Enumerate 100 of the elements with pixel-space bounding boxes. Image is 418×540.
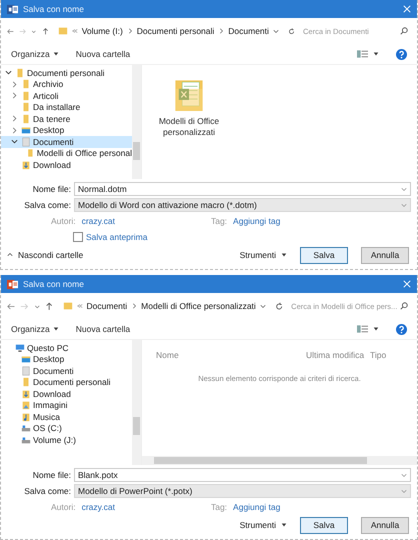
hide-folders-button[interactable]: Nascondi cartelle bbox=[18, 250, 84, 260]
add-tag-link[interactable]: Aggiungi tag bbox=[233, 502, 280, 512]
folder-tree-item[interactable]: Da tenere bbox=[1, 113, 132, 124]
caret-icon[interactable] bbox=[281, 522, 287, 528]
folder-tree-item[interactable]: Documenti bbox=[1, 365, 132, 376]
folder-icon bbox=[58, 26, 68, 36]
folder-tree-item[interactable]: OS (C:) bbox=[1, 422, 132, 434]
up-icon[interactable] bbox=[45, 302, 54, 310]
chevron-down-icon[interactable] bbox=[401, 488, 407, 494]
back-icon[interactable] bbox=[7, 302, 16, 310]
folder-tree-item[interactable]: Desktop bbox=[1, 354, 132, 365]
folder-icon bbox=[26, 148, 35, 158]
drive-icon bbox=[21, 423, 31, 434]
folder-name[interactable]: Modelli di Office personalizzati bbox=[154, 116, 224, 138]
help-icon[interactable] bbox=[396, 48, 407, 60]
new-folder-button[interactable]: Nuova cartella bbox=[76, 324, 130, 334]
breadcrumb-item[interactable]: Documenti personali bbox=[136, 26, 214, 36]
column-header[interactable]: Ultima modifica bbox=[306, 350, 370, 360]
folder-tree-item[interactable]: Volume (J:) bbox=[1, 434, 132, 446]
images-icon bbox=[21, 400, 31, 410]
authors-value[interactable]: crazy.cat bbox=[82, 502, 115, 512]
authors-value[interactable]: crazy.cat bbox=[82, 216, 115, 226]
folder-tree-item[interactable]: Articoli bbox=[1, 90, 132, 102]
folder-tree-item[interactable]: Immagini bbox=[1, 400, 132, 411]
folder-tree-item[interactable]: Musica bbox=[1, 411, 132, 422]
search-icon[interactable] bbox=[400, 27, 408, 35]
save-button[interactable]: Salva bbox=[300, 516, 348, 534]
refresh-icon[interactable] bbox=[288, 26, 295, 36]
refresh-icon[interactable] bbox=[274, 302, 284, 310]
folder-icon bbox=[21, 90, 31, 101]
chevron-icon[interactable] bbox=[11, 138, 18, 146]
file-type-dropdown[interactable]: Modello di Word con attivazione macro (*.dotm) bbox=[74, 198, 411, 212]
checkbox[interactable] bbox=[73, 232, 83, 242]
folder-tree-item[interactable]: Download bbox=[1, 388, 132, 400]
column-header[interactable]: Nome bbox=[156, 350, 306, 360]
folder-tree-item[interactable]: Modelli di Office personal bbox=[1, 148, 132, 159]
address-bar[interactable]: Volume (I:) Documenti personali Documenti bbox=[54, 23, 283, 39]
caret-icon[interactable] bbox=[281, 252, 287, 258]
folder-tree-item[interactable]: Archivio bbox=[1, 78, 132, 90]
desktop-icon bbox=[21, 354, 31, 364]
tags-label: Tag: bbox=[210, 216, 228, 226]
caret-icon[interactable] bbox=[373, 51, 379, 57]
new-folder-button[interactable]: Nuova cartella bbox=[76, 49, 130, 59]
checkbox-label[interactable]: Salva anteprima bbox=[86, 232, 148, 242]
view-options-icon[interactable] bbox=[357, 325, 368, 333]
folder-icon bbox=[21, 102, 31, 112]
scrollbar[interactable] bbox=[142, 456, 417, 465]
caret-icon[interactable] bbox=[373, 326, 379, 332]
pc-icon bbox=[15, 342, 25, 353]
folder-tree-item[interactable]: Documenti personali bbox=[1, 376, 132, 388]
folder-icon bbox=[21, 377, 31, 388]
field-label: Salva come: bbox=[23, 200, 72, 210]
tools-menu[interactable]: Strumenti bbox=[240, 250, 276, 260]
close-icon[interactable] bbox=[403, 5, 411, 13]
breadcrumb-item[interactable]: Volume (I:) bbox=[82, 26, 123, 36]
folder-tree-item[interactable]: Desktop bbox=[1, 124, 132, 136]
chevron-icon[interactable] bbox=[5, 69, 12, 76]
search-icon[interactable] bbox=[400, 302, 408, 310]
view-options-icon[interactable] bbox=[357, 50, 368, 58]
folder-tree-item[interactable]: Questo PC bbox=[1, 342, 132, 354]
add-tag-link[interactable]: Aggiungi tag bbox=[233, 216, 280, 226]
folder-tree-item[interactable]: Download bbox=[1, 159, 132, 170]
organize-button[interactable]: Organizza bbox=[11, 324, 50, 334]
window-title: Salva con nome bbox=[23, 279, 85, 289]
folder-tree-item[interactable]: Documenti personali bbox=[1, 67, 132, 78]
help-icon[interactable] bbox=[396, 324, 407, 334]
caret-icon[interactable] bbox=[52, 51, 59, 57]
address-bar[interactable]: Documenti Modelli di Office personalizzati bbox=[58, 298, 270, 314]
up-icon[interactable] bbox=[42, 26, 49, 36]
authors-label: Autori: bbox=[51, 502, 76, 512]
file-name-field[interactable]: Blank.potx bbox=[74, 468, 411, 482]
breadcrumb-item[interactable]: Documenti bbox=[86, 301, 128, 311]
cancel-button[interactable]: Annulla bbox=[361, 246, 409, 264]
back-icon[interactable] bbox=[7, 26, 14, 36]
folder-tree-item[interactable]: Documenti bbox=[1, 136, 132, 148]
chevron-down-icon[interactable] bbox=[401, 472, 407, 478]
app-icon bbox=[7, 4, 18, 14]
organize-button[interactable]: Organizza bbox=[11, 49, 50, 59]
breadcrumb-item[interactable]: Modelli di Office personalizzati bbox=[141, 301, 256, 311]
cancel-button[interactable]: Annulla bbox=[361, 516, 409, 534]
save-button[interactable]: Salva bbox=[300, 246, 348, 264]
close-icon[interactable] bbox=[403, 280, 411, 288]
scrollbar[interactable] bbox=[132, 65, 141, 179]
chevron-down-icon[interactable] bbox=[272, 28, 279, 34]
chevron-right-icon bbox=[218, 28, 224, 34]
window-title: Salva con nome bbox=[23, 4, 85, 14]
chevron-down-icon[interactable] bbox=[401, 186, 407, 192]
file-name-field[interactable]: Normal.dotm bbox=[74, 182, 411, 196]
file-type-dropdown[interactable]: Modello di PowerPoint (*.potx) bbox=[74, 484, 411, 498]
scrollbar[interactable] bbox=[132, 340, 141, 465]
breadcrumb-item[interactable]: Documenti bbox=[228, 26, 269, 36]
caret-icon[interactable] bbox=[52, 326, 59, 332]
tools-menu[interactable]: Strumenti bbox=[240, 520, 276, 530]
folder-icon bbox=[21, 79, 31, 90]
folder-tree-item[interactable]: Da installare bbox=[1, 102, 132, 113]
column-header[interactable]: Tipo bbox=[370, 350, 386, 360]
chevron-up-icon[interactable] bbox=[7, 252, 13, 258]
chevron-down-icon[interactable] bbox=[260, 303, 266, 309]
drive-icon bbox=[21, 434, 31, 445]
chevron-down-icon[interactable] bbox=[401, 202, 407, 208]
